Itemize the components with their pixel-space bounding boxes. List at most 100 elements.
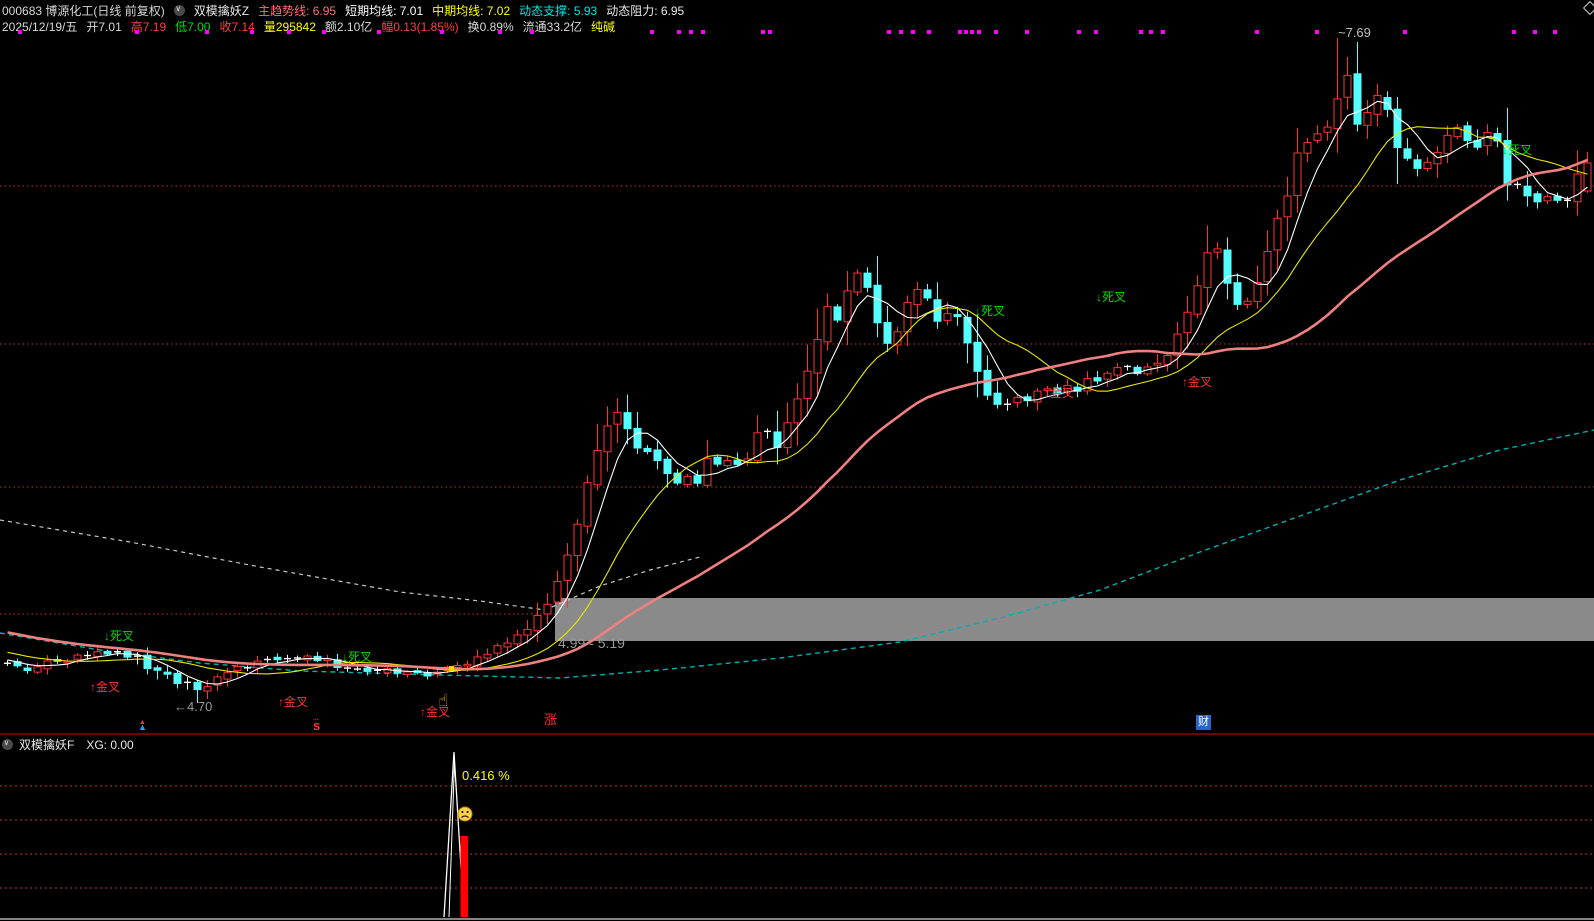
- candle: [4, 660, 11, 666]
- candle: [1444, 125, 1451, 163]
- candle: [274, 653, 281, 662]
- candle: [1484, 124, 1491, 155]
- candle: [874, 256, 881, 337]
- candle: [1374, 84, 1381, 127]
- candle: [1434, 146, 1441, 178]
- candle: [1514, 181, 1521, 189]
- candle: [554, 571, 561, 605]
- candle: [234, 664, 241, 677]
- candle: [34, 663, 41, 674]
- sad-emoji-icon: [458, 807, 472, 821]
- candle: [1584, 152, 1591, 193]
- signal-bar: [461, 836, 469, 917]
- candle: [424, 670, 431, 680]
- candle: [864, 267, 871, 292]
- subpanel-indicator-name: 双模擒妖F: [19, 736, 74, 753]
- candle: [1394, 97, 1401, 184]
- candle: [684, 474, 691, 487]
- app-window: 000683 博源化工(日线 前复权)双模擒妖Z主趋势线: 6.95短期均线: …: [0, 0, 1594, 921]
- candle: [694, 470, 701, 486]
- candle: [214, 674, 221, 691]
- candle: [1184, 296, 1191, 349]
- candle: [314, 652, 321, 662]
- candle: [724, 456, 731, 467]
- candle: [1354, 42, 1361, 131]
- candle: [1454, 124, 1461, 139]
- candle: [1264, 230, 1271, 295]
- candle: [1174, 322, 1181, 369]
- candle: [744, 452, 751, 466]
- candle: [1004, 399, 1011, 411]
- indicator-icon: [2, 739, 13, 750]
- candle: [1044, 386, 1051, 396]
- candle: [1424, 157, 1431, 172]
- candle: [1414, 154, 1421, 176]
- candle: [844, 271, 851, 345]
- candle: [1544, 194, 1551, 204]
- candle: [1094, 371, 1101, 384]
- candle: [824, 293, 831, 350]
- candle: [1084, 371, 1091, 394]
- candle: [1104, 371, 1111, 386]
- candle: [1134, 365, 1141, 376]
- candle: [1324, 120, 1331, 140]
- candle: [934, 282, 941, 329]
- candle: [1534, 191, 1541, 209]
- candle: [594, 424, 601, 491]
- candle: [1214, 242, 1221, 259]
- candle: [344, 666, 351, 671]
- dynamic-resistance-line: [0, 520, 700, 610]
- candle: [334, 654, 341, 671]
- candle: [1254, 266, 1261, 309]
- candle: [1154, 354, 1161, 372]
- chart-canvas: [0, 0, 1594, 921]
- candle: [264, 656, 271, 662]
- candle: [774, 411, 781, 465]
- candle: [1504, 108, 1511, 201]
- candle: [184, 677, 191, 690]
- candle: [974, 315, 981, 398]
- candle: [174, 671, 181, 689]
- candle: [1194, 275, 1201, 318]
- candle: [1284, 177, 1291, 241]
- candle: [1404, 138, 1411, 161]
- candle: [654, 440, 661, 470]
- candle: [544, 593, 551, 624]
- candle: [1294, 128, 1301, 213]
- candle: [494, 643, 501, 657]
- candle: [1234, 273, 1241, 309]
- candle: [904, 295, 911, 345]
- candle: [14, 659, 21, 668]
- candle: [834, 304, 841, 323]
- candle: [704, 440, 711, 488]
- candle: [644, 445, 651, 454]
- candle: [664, 456, 671, 487]
- candle: [1304, 138, 1311, 162]
- candle: [914, 282, 921, 318]
- candle: [1124, 365, 1131, 371]
- candle: [1314, 125, 1321, 143]
- candle: [1274, 210, 1281, 272]
- price-band: [555, 598, 1594, 641]
- candle: [1064, 379, 1071, 396]
- candle: [194, 680, 201, 703]
- candle: [574, 519, 581, 572]
- candle: [854, 269, 861, 296]
- candle: [924, 284, 931, 301]
- candle: [794, 383, 801, 446]
- candle: [624, 394, 631, 444]
- candle: [764, 428, 771, 438]
- candle: [584, 476, 591, 534]
- candle: [1554, 192, 1561, 203]
- subpanel-header: 双模擒妖F XG: 0.00: [2, 736, 134, 753]
- candle: [884, 306, 891, 352]
- candle: [44, 655, 51, 674]
- candle: [1464, 122, 1471, 149]
- candle: [614, 398, 621, 443]
- candle: [804, 345, 811, 417]
- candle: [1164, 352, 1171, 372]
- candle: [484, 649, 491, 662]
- candle: [714, 455, 721, 467]
- candle: [1224, 237, 1231, 299]
- candle: [1574, 150, 1581, 215]
